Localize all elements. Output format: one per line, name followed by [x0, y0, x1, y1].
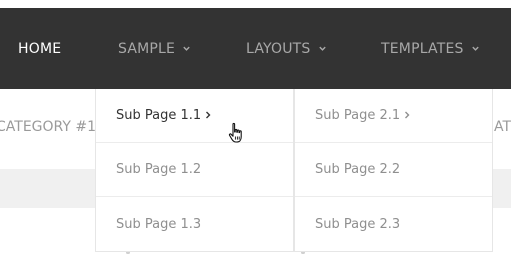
nav-item-label: TEMPLATES: [381, 40, 464, 57]
top-strip: [0, 0, 511, 8]
sample-sub-submenu: Sub Page 2.1 Sub Page 2.2 Sub Page 2.3: [294, 89, 493, 252]
submenu-item-2-2[interactable]: Sub Page 2.2: [295, 143, 492, 197]
submenu-item-1-3[interactable]: Sub Page 1.3: [96, 197, 293, 251]
nav-item-sample[interactable]: SAMPLE: [118, 8, 191, 89]
nav-item-layouts[interactable]: LAYOUTS: [246, 8, 327, 89]
nav-item-templates[interactable]: TEMPLATES: [381, 8, 480, 89]
nav-item-label: HOME: [18, 40, 62, 57]
category-label-right: AT: [494, 119, 511, 135]
chevron-right-icon: [405, 111, 410, 119]
submenu-item-label: Sub Page 2.3: [315, 216, 401, 232]
submenu-item-label: Sub Page 1.2: [116, 162, 202, 177]
nav-item-label: LAYOUTS: [246, 40, 311, 57]
category-label: CATEGORY #1: [0, 119, 97, 135]
nav-item-home[interactable]: HOME: [18, 8, 61, 89]
nav-item-label: SAMPLE: [118, 40, 176, 57]
chevron-right-icon: [206, 111, 211, 119]
submenu-item-label: Sub Page 1.3: [116, 216, 202, 232]
submenu-item-label: Sub Page 1.1: [116, 108, 202, 123]
chevron-down-icon: [471, 46, 479, 51]
submenu-item-1-1[interactable]: Sub Page 1.1: [96, 89, 293, 143]
page: HOME SAMPLE LAYOUTS TEMPLATES CATEGORY #…: [0, 0, 511, 254]
submenu-item-2-1[interactable]: Sub Page 2.1: [295, 89, 492, 143]
main-navbar: HOME SAMPLE LAYOUTS TEMPLATES: [0, 8, 511, 89]
chevron-down-icon: [318, 46, 326, 51]
chevron-down-icon: [183, 46, 190, 51]
submenu-item-label: Sub Page 2.2: [315, 162, 401, 177]
hand-pointer-icon: [228, 122, 242, 143]
submenu-item-1-2[interactable]: Sub Page 1.2: [96, 143, 293, 197]
sample-submenu: Sub Page 1.1 Sub Page 1.2 Sub Page 1.3: [95, 89, 294, 252]
submenu-item-label: Sub Page 2.1: [315, 108, 401, 123]
submenu-item-2-3[interactable]: Sub Page 2.3: [295, 197, 492, 251]
